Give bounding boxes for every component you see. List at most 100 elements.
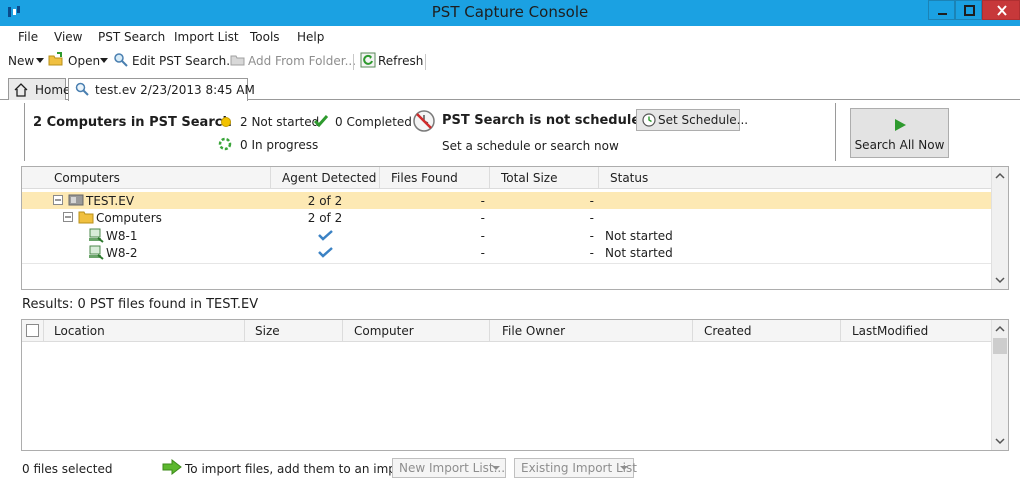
search-icon bbox=[75, 82, 89, 96]
edit-pst-search-button[interactable]: Edit PST Search... bbox=[132, 54, 238, 68]
close-button[interactable] bbox=[982, 0, 1020, 20]
toolbar-divider bbox=[425, 54, 426, 70]
scroll-up-icon[interactable] bbox=[995, 324, 1005, 334]
files-found-value: - bbox=[480, 246, 485, 260]
schedule-status-subtitle: Set a schedule or search now bbox=[442, 139, 619, 153]
computers-grid: Computers Agent Detected Files Found Tot… bbox=[21, 166, 1009, 290]
tab-test-ev-label: test.ev 2/23/2013 8:45 AM bbox=[95, 83, 255, 97]
computers-grid-scrollbar[interactable] bbox=[991, 167, 1008, 289]
computer-name: Computers bbox=[96, 211, 162, 225]
add-from-folder-button[interactable]: Add From Folder... bbox=[248, 54, 356, 68]
results-grid-header: Location Size Computer File Owner Create… bbox=[22, 320, 991, 342]
tab-strip: Home test.ev 2/23/2013 8:45 AM bbox=[0, 76, 1020, 101]
open-folder-icon bbox=[48, 52, 63, 66]
column-computers[interactable]: Computers bbox=[54, 171, 120, 185]
column-last-modified[interactable]: LastModified bbox=[852, 324, 928, 338]
schedule-status-title: PST Search is not scheduled bbox=[442, 113, 650, 128]
scroll-thumb[interactable] bbox=[993, 338, 1007, 354]
menu-pst-search[interactable]: PST Search bbox=[98, 30, 165, 44]
domain-icon bbox=[68, 194, 84, 206]
column-divider bbox=[270, 167, 271, 189]
scroll-down-icon[interactable] bbox=[995, 275, 1005, 285]
maximize-button[interactable] bbox=[955, 0, 982, 20]
results-label: Results: 0 PST files found in TEST.EV bbox=[22, 297, 259, 312]
computer-name: TEST.EV bbox=[86, 194, 135, 208]
files-found-value: - bbox=[480, 194, 485, 208]
collapse-icon[interactable] bbox=[63, 212, 73, 222]
new-import-list-label: New Import List... bbox=[399, 461, 506, 475]
scroll-down-icon[interactable] bbox=[995, 436, 1005, 446]
set-schedule-button[interactable]: Set Schedule... bbox=[636, 109, 748, 131]
results-grid-scrollbar[interactable] bbox=[991, 320, 1008, 450]
column-divider bbox=[489, 320, 490, 342]
existing-import-list-dropdown[interactable]: Existing Import List bbox=[514, 458, 637, 478]
status-value: Not started bbox=[605, 246, 673, 260]
menu-bar: File View PST Search Import List Tools H… bbox=[0, 26, 1020, 48]
open-button[interactable]: Open bbox=[68, 54, 100, 68]
results-grid: Location Size Computer File Owner Create… bbox=[21, 319, 1009, 451]
column-divider bbox=[840, 320, 841, 342]
column-files-found[interactable]: Files Found bbox=[391, 171, 458, 185]
completed-count: 0 Completed bbox=[335, 115, 412, 129]
set-schedule-label: Set Schedule... bbox=[658, 113, 749, 127]
menu-tools[interactable]: Tools bbox=[250, 30, 280, 44]
collapse-icon[interactable] bbox=[53, 195, 63, 205]
column-divider bbox=[43, 320, 44, 342]
column-size[interactable]: Size bbox=[255, 324, 280, 338]
toolbar: New Open Edit PST Search... Add From Fol… bbox=[0, 48, 1020, 74]
column-total-size[interactable]: Total Size bbox=[501, 171, 557, 185]
menu-file[interactable]: File bbox=[18, 30, 38, 44]
column-divider bbox=[379, 167, 380, 189]
select-all-checkbox[interactable] bbox=[26, 324, 39, 337]
table-row[interactable]: W8-1 - - Not started bbox=[22, 227, 991, 244]
title-bar: PST Capture Console bbox=[0, 0, 1020, 26]
scroll-up-icon[interactable] bbox=[995, 171, 1005, 181]
column-divider bbox=[692, 320, 693, 342]
toolbar-divider bbox=[353, 54, 354, 70]
row-divider bbox=[22, 263, 991, 264]
minimize-button[interactable] bbox=[928, 0, 955, 20]
total-size-value: - bbox=[589, 194, 594, 208]
table-row[interactable]: Computers 2 of 2 - - bbox=[22, 209, 991, 226]
table-row[interactable]: W8-2 - - Not started bbox=[22, 244, 991, 261]
minimize-icon bbox=[938, 13, 947, 15]
summary-title: 2 Computers in PST Search bbox=[33, 115, 232, 130]
status-value: Not started bbox=[605, 229, 673, 243]
menu-import-list[interactable]: Import List bbox=[174, 30, 239, 44]
total-size-value: - bbox=[589, 211, 594, 225]
computer-name: W8-1 bbox=[106, 229, 138, 243]
agent-detected-check-icon bbox=[318, 247, 333, 258]
arrow-right-icon bbox=[162, 459, 182, 475]
computer-name: W8-2 bbox=[106, 246, 138, 260]
computer-icon bbox=[89, 245, 104, 260]
chevron-down-icon bbox=[620, 466, 628, 470]
column-divider bbox=[598, 167, 599, 189]
refresh-icon bbox=[360, 52, 376, 68]
column-status[interactable]: Status bbox=[610, 171, 648, 185]
table-row[interactable]: TEST.EV 2 of 2 - - bbox=[22, 192, 991, 209]
new-import-list-dropdown[interactable]: New Import List... bbox=[392, 458, 506, 478]
tab-home[interactable]: Home bbox=[8, 78, 70, 100]
search-summary: 2 Computers in PST Search 2 Not started … bbox=[0, 101, 1020, 165]
total-size-value: - bbox=[589, 229, 594, 243]
chevron-down-icon bbox=[100, 58, 108, 63]
search-all-now-button[interactable]: Search All Now bbox=[850, 108, 949, 158]
not-started-icon bbox=[221, 117, 231, 127]
tab-home-label: Home bbox=[35, 83, 71, 97]
home-icon bbox=[14, 83, 28, 97]
column-location[interactable]: Location bbox=[54, 324, 105, 338]
column-divider bbox=[342, 320, 343, 342]
menu-view[interactable]: View bbox=[54, 30, 82, 44]
column-created[interactable]: Created bbox=[704, 324, 752, 338]
menu-help[interactable]: Help bbox=[297, 30, 324, 44]
column-file-owner[interactable]: File Owner bbox=[502, 324, 565, 338]
files-found-value: - bbox=[480, 229, 485, 243]
tab-test-ev[interactable]: test.ev 2/23/2013 8:45 AM bbox=[68, 78, 255, 101]
files-found-value: - bbox=[480, 211, 485, 225]
column-divider bbox=[244, 320, 245, 342]
column-agent-detected[interactable]: Agent Detected bbox=[282, 171, 376, 185]
clock-icon bbox=[642, 113, 656, 127]
refresh-button[interactable]: Refresh bbox=[378, 54, 423, 68]
new-button[interactable]: New bbox=[8, 54, 34, 68]
column-computer[interactable]: Computer bbox=[354, 324, 414, 338]
